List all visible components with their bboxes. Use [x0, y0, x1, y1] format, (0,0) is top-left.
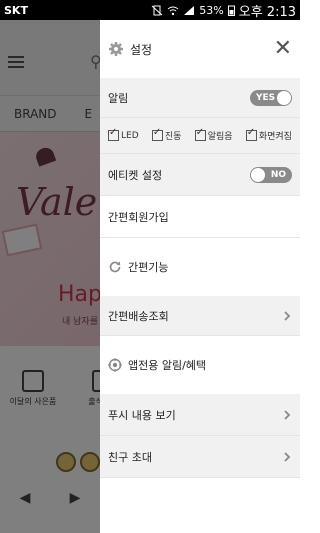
battery-icon	[227, 5, 235, 16]
invite-label: 친구 초대	[108, 450, 152, 464]
screen-on-label: 화면켜짐	[258, 132, 292, 142]
easy-function-label: 간편기능	[128, 261, 169, 274]
etiquette-row: 에티켓 설정 NO	[100, 154, 300, 196]
alarm-row: 알림 YES	[100, 78, 300, 118]
easy-join-row[interactable]: 간편회원가입	[100, 196, 300, 238]
vibration-label: 진동	[164, 132, 182, 142]
easy-function-row[interactable]: 간편기능	[100, 238, 300, 296]
etiquette-label: 에티켓 설정	[108, 168, 163, 182]
drawer-title: 설정	[130, 42, 153, 57]
alarm-toggle-text: YES	[256, 92, 276, 103]
gear-icon	[109, 42, 123, 56]
etiquette-toggle[interactable]: NO	[250, 166, 292, 183]
screen-on-checkbox[interactable]: 화면켜짐	[245, 127, 292, 142]
led-checkbox[interactable]: LED	[108, 127, 139, 141]
etiquette-toggle-text: NO	[270, 169, 286, 180]
push-view-label: 푸시 내용 보기	[108, 408, 176, 422]
invite-row[interactable]: 친구 초대	[100, 436, 300, 478]
easy-join-label: 간편회원가입	[108, 210, 169, 224]
app-alarm-label: 앱전용 알림/혜택	[128, 359, 207, 372]
refresh-icon	[109, 261, 121, 273]
battery-percent: 53%	[199, 3, 224, 17]
chevron-right-icon	[284, 310, 291, 321]
close-icon[interactable]: ✕	[274, 38, 292, 60]
chevron-right-icon	[284, 451, 291, 462]
sound-label: 알림음	[207, 132, 233, 142]
status-bar: SKT 53% 오후 2:13	[0, 0, 300, 20]
drawer-header: 설정 ✕	[100, 20, 300, 78]
led-label: LED	[121, 130, 139, 141]
vibration-checkbox[interactable]: 진동	[151, 127, 182, 142]
settings-drawer: 설정 ✕ 알림 YES LED 진동 알림음 화면켜짐 에티켓 설정 NO 간편…	[100, 20, 300, 533]
easy-delivery-label: 간편배송조회	[108, 309, 169, 323]
alarm-toggle[interactable]: YES	[250, 89, 292, 106]
carrier-label: SKT	[4, 3, 28, 17]
sound-checkbox[interactable]: 알림음	[194, 127, 233, 142]
push-view-row[interactable]: 푸시 내용 보기	[100, 394, 300, 436]
clock: 오후 2:13	[238, 4, 296, 20]
target-icon	[108, 358, 122, 372]
vibrate-mute-icon	[151, 5, 163, 15]
wifi-icon	[167, 6, 179, 15]
chevron-right-icon	[284, 409, 291, 420]
alarm-options-row: LED 진동 알림음 화면켜짐	[100, 118, 300, 154]
easy-delivery-row[interactable]: 간편배송조회	[100, 296, 300, 336]
signal-icon	[184, 5, 195, 15]
alarm-label: 알림	[108, 91, 129, 105]
app-alarm-row[interactable]: 앱전용 알림/혜택	[100, 336, 300, 394]
